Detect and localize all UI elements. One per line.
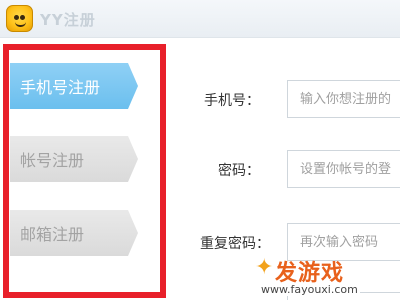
yy-logo-icon [6, 5, 33, 32]
password-label: 密码： [218, 163, 260, 179]
watermark-url: www.fayouxi.com [259, 283, 360, 296]
phone-input[interactable] [287, 80, 400, 118]
confirm-password-label: 重复密码： [200, 236, 270, 252]
watermark: ✦ 发游戏 www.fayouxi.com [255, 255, 400, 300]
watermark-logo-icon: ✦ [255, 255, 274, 280]
logo-eye-left [14, 15, 19, 20]
highlight-frame [3, 44, 166, 298]
password-input[interactable] [287, 150, 400, 188]
logo-eye-right [20, 15, 25, 20]
title-bar: YY注册 [0, 0, 400, 38]
window-title: YY注册 [40, 11, 96, 29]
logo-mouth [15, 22, 26, 27]
phone-label: 手机号： [204, 93, 260, 109]
